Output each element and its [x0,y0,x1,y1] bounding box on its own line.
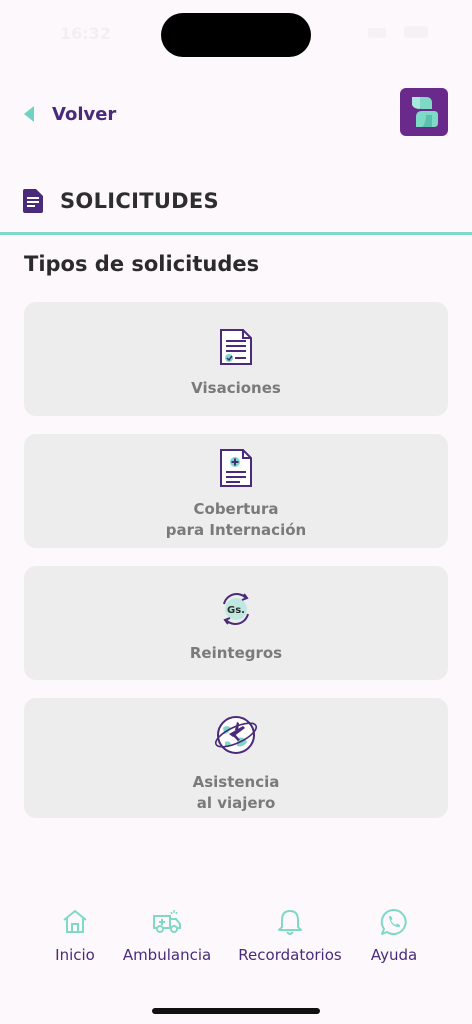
dynamic-island [161,13,311,57]
nav-item-recordatorios[interactable]: Recordatorios [236,900,344,972]
nav-item-ayuda[interactable]: Ayuda [364,900,424,972]
brand-s-icon [412,97,438,127]
card-cobertura-internacion[interactable]: Cobertura para Internación [24,434,448,548]
card-label-line1: Asistencia [192,773,280,791]
status-bar: 16:32 [0,0,472,60]
signal-icon [368,28,386,38]
nav-item-inicio[interactable]: Inicio [46,900,104,972]
card-label: Visaciones [191,379,281,397]
nav-item-ambulancia[interactable]: Ambulancia [118,900,216,972]
nav-label-recordatorios: Recordatorios [238,946,342,964]
nav-label-inicio: Inicio [55,946,95,964]
document-check-icon [220,329,252,365]
nav-label-ambulancia: Ambulancia [122,946,212,964]
section-header: SOLICITUDES [22,186,219,216]
status-time: 16:32 [60,24,111,43]
section-divider [0,232,472,235]
globe-airplane-icon [214,716,258,754]
home-indicator [152,1008,320,1014]
card-reintegros[interactable]: Gs. Reintegros [24,566,448,680]
battery-icon [404,26,428,38]
medical-document-icon [220,449,252,487]
card-label-line2: para Internación [165,521,307,539]
card-asistencia-viajero[interactable]: Asistencia al viajero [24,698,448,818]
nav-label-ayuda: Ayuda [370,946,418,964]
status-icons [368,26,428,40]
bottom-nav: Inicio Ambulancia Recordatorios Ayuda [0,900,472,980]
card-label: Reintegros [189,644,283,662]
home-icon [63,910,87,933]
back-arrow-icon [24,106,34,122]
card-label-line1: Cobertura [193,500,279,518]
back-label: Volver [52,103,117,125]
document-icon [23,189,43,213]
card-label-line2: al viajero [196,794,276,812]
ambulance-icon [153,910,181,933]
card-visaciones[interactable]: Visaciones [24,302,448,416]
bell-icon [278,910,302,935]
whatsapp-icon [380,908,407,935]
page-subtitle: Tipos de solicitudes [24,252,260,276]
refund-currency-icon: Gs. [223,593,249,625]
section-title: SOLICITUDES [60,189,219,213]
back-button[interactable]: Volver [24,100,116,128]
svg-text:Gs.: Gs. [227,605,245,616]
brand-logo [400,88,448,136]
